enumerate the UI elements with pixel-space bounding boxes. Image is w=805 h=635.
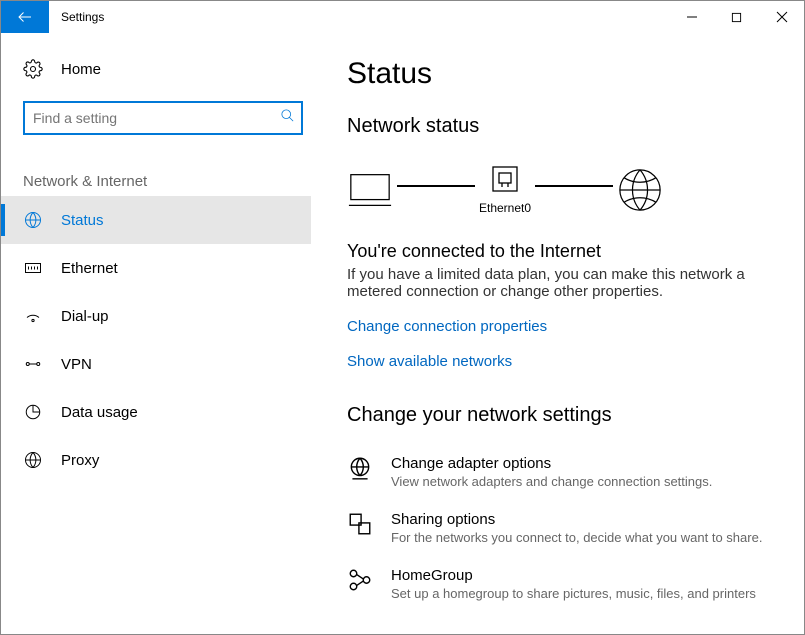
link-show-networks[interactable]: Show available networks: [347, 353, 780, 370]
adapter-options-icon: [347, 455, 375, 483]
connected-description: If you have a limited data plan, you can…: [347, 266, 747, 300]
network-diagram: Ethernet0: [347, 164, 780, 215]
setting-title: Change adapter options: [391, 455, 712, 472]
diagram-adapter-label: Ethernet0: [479, 201, 531, 215]
sharing-options-icon: [347, 511, 375, 539]
sidebar-item-label: Status: [61, 212, 104, 229]
sidebar-item-ethernet[interactable]: Ethernet: [1, 244, 311, 292]
homegroup-icon: [347, 567, 375, 595]
back-button[interactable]: [1, 1, 49, 33]
sidebar-group-header: Network & Internet: [23, 173, 311, 190]
maximize-button[interactable]: [714, 1, 759, 33]
adapter-icon: [490, 164, 520, 199]
data-usage-icon: [23, 402, 43, 422]
sidebar-item-vpn[interactable]: VPN: [1, 340, 311, 388]
setting-homegroup[interactable]: HomeGroup Set up a homegroup to share pi…: [347, 557, 780, 613]
section-heading-change: Change your network settings: [347, 404, 780, 427]
setting-desc: For the networks you connect to, decide …: [391, 530, 762, 545]
section-heading-status: Network status: [347, 115, 780, 138]
setting-title: Sharing options: [391, 511, 762, 528]
setting-title: HomeGroup: [391, 567, 756, 584]
sidebar-item-label: Ethernet: [61, 260, 118, 277]
connected-title: You're connected to the Internet: [347, 241, 780, 262]
sidebar-item-label: Dial-up: [61, 308, 109, 325]
link-change-properties[interactable]: Change connection properties: [347, 318, 780, 335]
titlebar: Settings: [1, 1, 804, 33]
sidebar-item-proxy[interactable]: Proxy: [1, 436, 311, 484]
computer-icon: [347, 170, 393, 210]
setting-sharing-options[interactable]: Sharing options For the networks you con…: [347, 501, 780, 557]
dialup-icon: [23, 306, 43, 326]
ethernet-icon: [23, 258, 43, 278]
vpn-icon: [23, 354, 43, 374]
globe-icon: [617, 167, 663, 213]
proxy-icon: [23, 450, 43, 470]
status-icon: [23, 210, 43, 230]
setting-adapter-options[interactable]: Change adapter options View network adap…: [347, 445, 780, 501]
close-button[interactable]: [759, 1, 804, 33]
setting-desc: Set up a homegroup to share pictures, mu…: [391, 586, 756, 601]
home-label: Home: [61, 61, 101, 78]
setting-desc: View network adapters and change connect…: [391, 474, 712, 489]
diagram-line: [535, 185, 613, 187]
sidebar-item-dialup[interactable]: Dial-up: [1, 292, 311, 340]
minimize-button[interactable]: [669, 1, 714, 33]
sidebar-item-label: Data usage: [61, 404, 138, 421]
sidebar-item-datausage[interactable]: Data usage: [1, 388, 311, 436]
diagram-line: [397, 185, 475, 187]
sidebar-item-label: VPN: [61, 356, 92, 373]
home-button[interactable]: Home: [1, 45, 311, 93]
window-title: Settings: [61, 10, 669, 24]
sidebar-item-status[interactable]: Status: [1, 196, 311, 244]
search-input[interactable]: [23, 101, 303, 135]
search-field[interactable]: [33, 110, 280, 126]
sidebar: Home Network & Internet Status Ethernet: [1, 33, 311, 634]
sidebar-item-label: Proxy: [61, 452, 99, 469]
main-content: Status Network status Ethernet0 You're c…: [311, 33, 804, 634]
gear-icon: [23, 59, 43, 79]
page-title: Status: [347, 57, 780, 91]
search-icon: [280, 108, 295, 128]
